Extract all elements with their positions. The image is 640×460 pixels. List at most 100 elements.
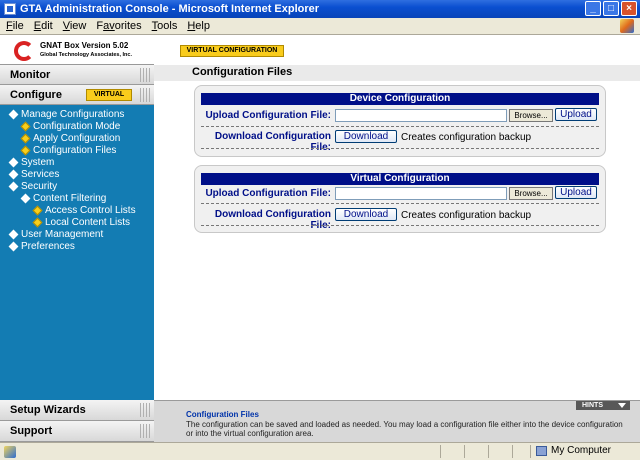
- menu-bar: File Edit View Favorites Tools Help: [0, 18, 640, 35]
- page-status-icon: [4, 445, 16, 458]
- hints-toggle[interactable]: HINTS: [576, 401, 630, 410]
- tree-item-configuration-mode[interactable]: Configuration Mode: [0, 120, 154, 132]
- menu-tools[interactable]: Tools: [152, 20, 178, 32]
- logo-title: GNAT Box Version 5.02: [40, 41, 129, 50]
- tree-item-label: Preferences: [21, 240, 75, 252]
- virtual-download-label: Download Configuration File:: [214, 209, 331, 231]
- hints-title: Configuration Files: [186, 410, 259, 419]
- close-button[interactable]: ×: [621, 1, 637, 16]
- logo-subtitle: Global Technology Associates, Inc.: [40, 52, 132, 58]
- virtual-upload-button[interactable]: Upload: [555, 186, 597, 199]
- window-title-bar: GTA Administration Console - Microsoft I…: [0, 0, 640, 18]
- tree-item-local-content-lists[interactable]: Local Content Lists: [0, 216, 154, 228]
- tree-item-manage-configurations[interactable]: Manage Configurations: [0, 108, 154, 120]
- divider: [201, 148, 599, 149]
- status-separator: [488, 445, 489, 458]
- virtual-configuration-heading: Virtual Configuration: [201, 173, 599, 185]
- windows-logo-icon: [620, 19, 634, 33]
- tree-item-label: System: [21, 156, 55, 168]
- virtual-badge: VIRTUAL: [86, 89, 132, 101]
- nav-monitor[interactable]: Monitor: [0, 65, 154, 85]
- tree-item-label: Security: [21, 180, 58, 192]
- grip-icon: [140, 403, 152, 417]
- divider: [201, 126, 599, 127]
- status-separator: [440, 445, 441, 458]
- nav-setup-wizards[interactable]: Setup Wizards: [0, 400, 154, 421]
- main-content: VIRTUAL CONFIGURATION Configuration File…: [154, 35, 640, 407]
- expand-icon: [8, 109, 19, 119]
- virtual-download-note: Creates configuration backup: [401, 210, 532, 221]
- tree-item-preferences[interactable]: Preferences: [0, 240, 154, 252]
- hints-text: The configuration can be saved and loade…: [186, 420, 623, 438]
- tree-item-label: Content Filtering: [33, 192, 107, 204]
- tree-item-configuration-files[interactable]: Configuration Files: [0, 144, 154, 156]
- my-computer-icon: [536, 445, 547, 456]
- virtual-download-button[interactable]: Download: [335, 208, 397, 221]
- tree-item-services[interactable]: Services: [0, 168, 154, 180]
- window-controls: _ □ ×: [585, 1, 637, 16]
- grip-icon: [140, 68, 152, 82]
- tree-item-security[interactable]: Security: [0, 180, 154, 192]
- tree-item-access-control-lists[interactable]: Access Control Lists: [0, 204, 154, 216]
- virtual-browse-button[interactable]: Browse...: [509, 187, 553, 200]
- menu-file[interactable]: File: [6, 20, 24, 32]
- page-title: Configuration Files: [192, 66, 293, 78]
- tree-item-label: Configuration Files: [33, 144, 117, 156]
- device-download-label: Download Configuration File:: [214, 131, 331, 153]
- status-bar: My Computer: [0, 442, 640, 460]
- security-zone: My Computer: [536, 445, 611, 456]
- nav-configure[interactable]: Configure VIRTUAL: [0, 85, 154, 105]
- hints-panel: HINTS Configuration Files The configurat…: [154, 400, 640, 442]
- tree-item-content-filtering[interactable]: Content Filtering: [0, 192, 154, 204]
- security-zone-label: My Computer: [551, 445, 612, 456]
- device-upload-label: Upload Configuration File:: [205, 110, 331, 121]
- tree-item-label: Configuration Mode: [33, 120, 121, 132]
- device-upload-file-input[interactable]: [335, 109, 507, 122]
- gta-logo-icon: [14, 41, 34, 61]
- tree-item-label: Manage Configurations: [21, 108, 125, 120]
- expand-icon: [20, 193, 31, 203]
- ie-window-icon: [4, 3, 16, 15]
- menu-favorites[interactable]: Favorites: [96, 20, 141, 32]
- menu-help[interactable]: Help: [187, 20, 210, 32]
- window-title: GTA Administration Console - Microsoft I…: [20, 3, 320, 15]
- diamond-bullet-icon: [20, 133, 31, 143]
- nav-setup-wizards-label: Setup Wizards: [10, 404, 86, 416]
- tree-item-apply-configuration[interactable]: Apply Configuration: [0, 132, 154, 144]
- tree-item-user-management[interactable]: User Management: [0, 228, 154, 240]
- status-separator: [530, 445, 531, 458]
- tree-item-system[interactable]: System: [0, 156, 154, 168]
- device-configuration-panel: Device Configuration Upload Configuratio…: [194, 85, 606, 157]
- status-separator: [512, 445, 513, 458]
- device-upload-button[interactable]: Upload: [555, 108, 597, 121]
- configure-tree: Manage Configurations Configuration Mode A…: [0, 105, 154, 252]
- minimize-button[interactable]: _: [585, 1, 601, 16]
- virtual-configuration-panel: Virtual Configuration Upload Configurati…: [194, 165, 606, 233]
- mode-strip: VIRTUAL CONFIGURATION: [154, 35, 640, 67]
- expand-icon: [8, 229, 19, 239]
- sidebar-bottom: Setup Wizards Support: [0, 400, 154, 442]
- diamond-bullet-icon: [20, 145, 31, 155]
- menu-view[interactable]: View: [63, 20, 87, 32]
- diamond-bullet-icon: [20, 121, 31, 131]
- device-download-button[interactable]: Download: [335, 130, 397, 143]
- virtual-upload-label: Upload Configuration File:: [205, 188, 331, 199]
- device-download-note: Creates configuration backup: [401, 132, 532, 143]
- device-configuration-heading: Device Configuration: [201, 93, 599, 105]
- status-separator: [464, 445, 465, 458]
- gta-logo: GNAT Box Version 5.02 Global Technology …: [0, 35, 154, 65]
- virtual-upload-file-input[interactable]: [335, 187, 507, 200]
- maximize-button[interactable]: □: [603, 1, 619, 16]
- grip-icon: [140, 88, 152, 102]
- nav-configure-label: Configure: [10, 88, 62, 101]
- device-browse-button[interactable]: Browse...: [509, 109, 553, 122]
- tree-item-label: User Management: [21, 228, 104, 240]
- nav-support-label: Support: [10, 425, 53, 437]
- expand-icon: [8, 169, 19, 179]
- menu-edit[interactable]: Edit: [34, 20, 53, 32]
- grip-icon: [140, 424, 152, 438]
- tree-item-label: Services: [21, 168, 60, 180]
- nav-support[interactable]: Support: [0, 421, 154, 442]
- diamond-bullet-icon: [32, 217, 43, 227]
- hints-tab-label: HINTS: [582, 402, 603, 409]
